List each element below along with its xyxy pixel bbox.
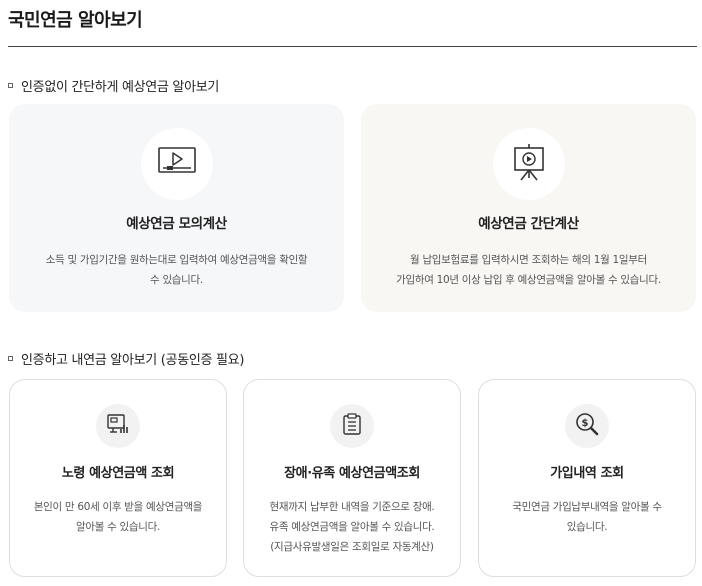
- card-simple-calculation[interactable]: 예상연금 간단계산 월 납입보험료를 입력하시면 조회하는 해의 1월 1일부터…: [361, 104, 696, 312]
- presentation-board-icon: [511, 142, 547, 186]
- page-title: 국민연금 알아보기: [8, 10, 143, 31]
- card-description: 월 납입보험료를 입력하시면 조회하는 해의 1월 1일부터 가입하여 10년 …: [396, 250, 661, 290]
- desc-line: (지급사유발생일은 조회일로 자동계산): [270, 541, 434, 553]
- square-bullet-icon: [8, 356, 13, 361]
- desc-line: 월 납입보험료를 입력하시면 조회하는 해의 1월 1일부터: [410, 254, 647, 266]
- card-title: 가입내역 조회: [550, 466, 624, 481]
- desc-line: 소득 및 가입기간을 원하는대로 입력하여 예상연금액을 확인할: [45, 254, 308, 266]
- icon-circle: $: [565, 404, 609, 448]
- monitor-chart-icon: [106, 413, 130, 439]
- section-heading-with-auth: 인증하고 내연금 알아보기 (공동인증 필요): [8, 349, 244, 368]
- dollar-magnifier-icon: $: [574, 411, 600, 441]
- section-heading-no-auth: 인증없이 간단하게 예상연금 알아보기: [8, 76, 219, 95]
- clipboard-icon: [342, 412, 362, 440]
- card-mock-calculation[interactable]: 예상연금 모의계산 소득 및 가입기간을 원하는대로 입력하여 예상연금액을 확…: [9, 104, 344, 312]
- desc-line: 수 있습니다.: [150, 274, 203, 286]
- card-title: 예상연금 간단계산: [478, 216, 579, 232]
- desc-line: 알아볼 수 있습니다.: [75, 521, 160, 533]
- section-heading-text: 인증없이 간단하게 예상연금 알아보기: [21, 80, 220, 95]
- square-bullet-icon: [8, 83, 13, 88]
- icon-circle: [330, 404, 374, 448]
- card-description: 국민연금 가입납부내역을 알아볼 수 있습니다.: [512, 497, 662, 537]
- icon-circle: [96, 404, 140, 448]
- desc-line: 유족 예상연금액을 알아볼 수 있습니다.: [269, 521, 435, 533]
- title-divider: [8, 46, 697, 47]
- desc-line: 본인이 만 60세 이후 받을 예상연금액을: [33, 501, 203, 513]
- icon-circle: [492, 128, 565, 200]
- card-enrollment-history-inquiry[interactable]: $ 가입내역 조회 국민연금 가입납부내역을 알아볼 수 있습니다.: [478, 379, 696, 577]
- section-heading-text: 인증하고 내연금 알아보기 (공동인증 필요): [21, 353, 245, 368]
- svg-text:$: $: [582, 418, 589, 429]
- desc-line: 가입하여 10년 이상 납입 후 예상연금액을 알아볼 수 있습니다.: [396, 274, 661, 286]
- card-description: 본인이 만 60세 이후 받을 예상연금액을 알아볼 수 있습니다.: [33, 497, 203, 537]
- card-title: 장애·유족 예상연금액조회: [284, 466, 420, 481]
- video-player-icon: [157, 145, 197, 183]
- card-description: 현재까지 납부한 내역을 기준으로 장애. 유족 예상연금액을 알아볼 수 있습…: [270, 497, 435, 557]
- card-old-age-pension-inquiry[interactable]: 노령 예상연금액 조회 본인이 만 60세 이후 받을 예상연금액을 알아볼 수…: [9, 379, 227, 577]
- card-title: 노령 예상연금액 조회: [61, 466, 175, 481]
- card-title: 예상연금 모의계산: [126, 216, 227, 232]
- desc-line: 있습니다.: [566, 521, 608, 533]
- icon-circle: [140, 128, 213, 200]
- card-disability-survivor-pension-inquiry[interactable]: 장애·유족 예상연금액조회 현재까지 납부한 내역을 기준으로 장애. 유족 예…: [243, 379, 461, 577]
- desc-line: 현재까지 납부한 내역을 기준으로 장애.: [269, 501, 435, 513]
- card-description: 소득 및 가입기간을 원하는대로 입력하여 예상연금액을 확인할 수 있습니다.: [46, 250, 308, 290]
- desc-line: 국민연금 가입납부내역을 알아볼 수: [512, 501, 662, 513]
